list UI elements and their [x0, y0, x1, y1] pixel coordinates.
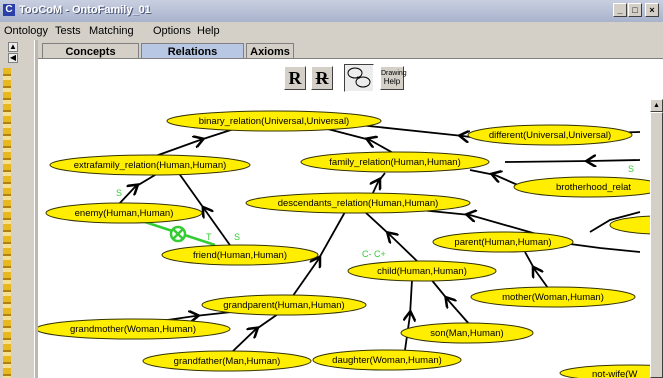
- split-expand-down-icon[interactable]: ◀: [8, 53, 18, 63]
- vertical-scrollbar[interactable]: ▲: [650, 99, 663, 378]
- node-friend-label: friend(Human,Human): [193, 250, 287, 261]
- node-descendants-relation-label: descendants_relation(Human,Human): [278, 198, 439, 209]
- axiom-symmetry-friend: S: [234, 232, 240, 242]
- node-child[interactable]: child(Human,Human): [347, 260, 497, 282]
- application-window: C TooCoM - OntoFamily_01 _ □ × Ontology …: [0, 0, 663, 378]
- node-child-label: child(Human,Human): [377, 266, 467, 277]
- node-grandparent[interactable]: grandparent(Human,Human): [201, 294, 367, 316]
- node-parent[interactable]: parent(Human,Human): [432, 231, 574, 253]
- edge-enemy-extrafamily: [117, 171, 161, 206]
- edge-parent-descendants: [419, 210, 541, 236]
- drawing-help-line2: Help: [383, 77, 401, 86]
- menu-ontology[interactable]: Ontology: [4, 25, 48, 37]
- menu-bar: Ontology Tests Matching Options Help: [0, 22, 663, 40]
- edge-extrafamily-binary: [149, 126, 241, 159]
- node-son[interactable]: son(Man,Human): [400, 322, 534, 344]
- link-nodes-icon: [347, 67, 371, 88]
- split-expand-up-icon[interactable]: ▲: [8, 42, 18, 52]
- edge-grandfather-grandparent: [231, 313, 279, 353]
- add-relation-label: R: [288, 68, 302, 88]
- edge-offscreen-parent2: [569, 243, 641, 253]
- edge-daughter-child: [405, 279, 412, 351]
- node-grandmother[interactable]: grandmother(Woman,Human): [38, 318, 231, 340]
- menu-help[interactable]: Help: [197, 25, 220, 37]
- drawing-help-button[interactable]: Drawing Help: [380, 66, 407, 90]
- drawing-help-line1: Drawing: [381, 70, 407, 77]
- window-title: TooCoM - OntoFamily_01: [19, 4, 151, 16]
- node-grandfather[interactable]: grandfather(Man,Human): [142, 350, 312, 372]
- edge-mother-parent: [524, 251, 549, 289]
- node-mother[interactable]: mother(Woman,Human): [470, 286, 636, 308]
- axiom-symmetry-enemy: S: [116, 188, 122, 198]
- node-friend[interactable]: friend(Human,Human): [161, 244, 319, 266]
- node-mother-label: mother(Woman,Human): [502, 292, 604, 303]
- node-daughter-label: daughter(Woman,Human): [332, 355, 442, 366]
- edge-family-binary: [319, 126, 396, 155]
- node-grandfather-label: grandfather(Man,Human): [174, 356, 281, 367]
- remove-relation-label: R: [315, 68, 329, 88]
- node-different-label: different(Universal,Universal): [489, 130, 611, 141]
- scroll-thumb[interactable]: [650, 112, 663, 378]
- node-extrafamily-relation-label: extrafamily_relation(Human,Human): [74, 160, 227, 171]
- axiom-incompatibility-link[interactable]: [144, 220, 216, 247]
- node-binary-relation[interactable]: binary_relation(Universal,Universal): [166, 110, 382, 132]
- title-bar: C TooCoM - OntoFamily_01 _ □ ×: [0, 0, 663, 23]
- tab-axioms[interactable]: Axioms: [246, 43, 294, 59]
- node-grandmother-label: grandmother(Woman,Human): [70, 324, 196, 335]
- link-mode-button[interactable]: [344, 64, 374, 92]
- minimize-button[interactable]: _: [613, 3, 627, 17]
- menu-options[interactable]: Options: [153, 25, 191, 37]
- axiom-symmetry-family: S: [628, 164, 634, 174]
- menu-matching[interactable]: Matching: [89, 25, 134, 37]
- node-extrafamily-relation[interactable]: extrafamily_relation(Human,Human): [49, 154, 251, 176]
- tab-relations-hierarchy[interactable]: Relations hierarchy: [141, 43, 244, 74]
- collapsed-panel-stripe: [3, 68, 11, 378]
- edge-descendants-family: [372, 172, 386, 196]
- node-family-relation[interactable]: family_relation(Human,Human): [300, 151, 490, 173]
- node-not-wife-label: not-wife(W: [592, 369, 637, 378]
- maximize-button[interactable]: □: [628, 3, 642, 17]
- scroll-up-icon[interactable]: ▲: [650, 99, 663, 112]
- node-parent-label: parent(Human,Human): [454, 237, 551, 248]
- close-button[interactable]: ×: [645, 3, 659, 17]
- relations-graph: S T S C- C+ S binary_relation(Universal,…: [38, 110, 650, 378]
- node-brotherhood-relation-label: brotherhood_relat: [556, 182, 631, 193]
- node-son-label: son(Man,Human): [430, 328, 503, 339]
- axiom-cardinality-child: C- C+: [362, 249, 386, 259]
- remove-relation-button[interactable]: R: [311, 66, 333, 90]
- app-icon: C: [3, 4, 15, 16]
- menu-tests[interactable]: Tests: [55, 25, 81, 37]
- node-enemy[interactable]: enemy(Human,Human): [45, 202, 203, 224]
- node-binary-relation-label: binary_relation(Universal,Universal): [199, 116, 349, 127]
- node-family-relation-label: family_relation(Human,Human): [329, 157, 460, 168]
- node-daughter[interactable]: daughter(Woman,Human): [312, 349, 462, 371]
- tab-concepts-hierarchy[interactable]: Concepts hierarchy: [42, 43, 139, 74]
- node-not-wife[interactable]: not-wife(W: [559, 364, 650, 378]
- add-relation-button[interactable]: R: [284, 66, 306, 90]
- node-brotherhood-relation[interactable]: brotherhood_relat: [513, 176, 650, 198]
- edge-offscreen-family: [504, 160, 641, 162]
- axiom-transitivity-friend: T: [206, 232, 212, 242]
- relations-graph-canvas[interactable]: S T S C- C+ S binary_relation(Universal,…: [38, 99, 650, 378]
- edge-son-child: [429, 277, 471, 326]
- node-descendants-relation[interactable]: descendants_relation(Human,Human): [245, 192, 471, 214]
- node-different[interactable]: different(Universal,Universal): [467, 124, 633, 146]
- edge-brotherhood-family: [469, 169, 521, 187]
- node-enemy-label: enemy(Human,Human): [75, 208, 174, 219]
- node-grandparent-label: grandparent(Human,Human): [223, 300, 344, 311]
